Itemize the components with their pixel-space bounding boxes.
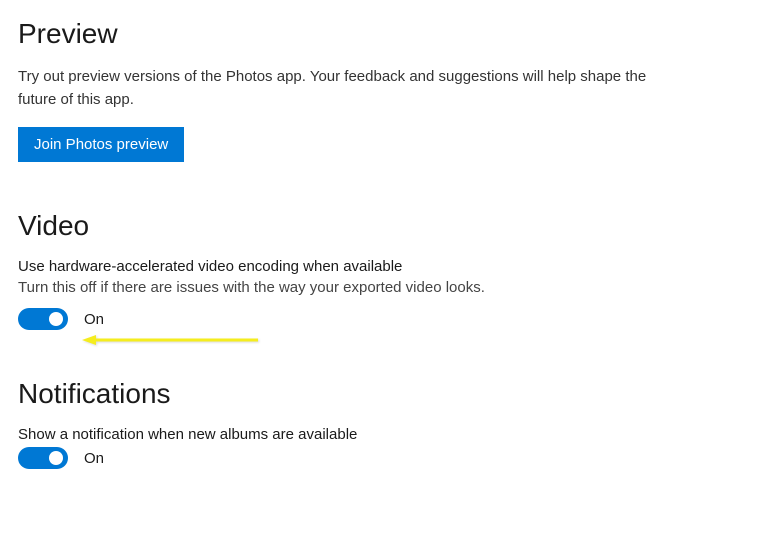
video-section: Video Use hardware-accelerated video enc…: [18, 210, 758, 330]
video-title: Video: [18, 210, 758, 242]
toggle-knob-icon: [49, 312, 63, 326]
video-toggle-row: On: [18, 308, 758, 330]
preview-section: Preview Try out preview versions of the …: [18, 18, 758, 162]
notifications-toggle[interactable]: [18, 447, 68, 469]
preview-title: Preview: [18, 18, 758, 50]
notifications-section: Notifications Show a notification when n…: [18, 378, 758, 469]
video-setting-label: Use hardware-accelerated video encoding …: [18, 258, 758, 275]
video-toggle-state: On: [84, 311, 104, 328]
notifications-title: Notifications: [18, 378, 758, 410]
video-encoding-toggle[interactable]: [18, 308, 68, 330]
notifications-setting-label: Show a notification when new albums are …: [18, 426, 758, 443]
preview-description: Try out preview versions of the Photos a…: [18, 66, 658, 111]
toggle-knob-icon: [49, 451, 63, 465]
join-preview-button[interactable]: Join Photos preview: [18, 127, 184, 162]
video-setting-hint: Turn this off if there are issues with t…: [18, 279, 758, 296]
notifications-toggle-state: On: [84, 450, 104, 467]
annotation-arrow-icon: [82, 332, 262, 353]
notifications-toggle-row: On: [18, 447, 758, 469]
